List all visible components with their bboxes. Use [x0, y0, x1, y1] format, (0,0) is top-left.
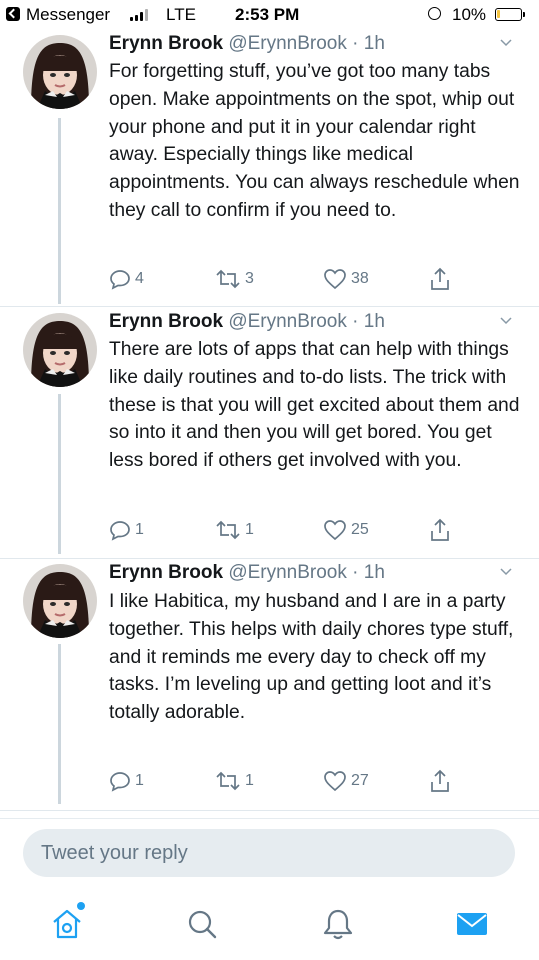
author-name[interactable]: Erynn Brook — [109, 33, 223, 54]
reply-count: 4 — [135, 270, 144, 287]
tweet-actions: 1 1 27 — [109, 768, 469, 794]
divider — [0, 558, 539, 559]
share-icon — [431, 518, 449, 541]
reply-count: 1 — [135, 772, 144, 789]
nav-messages[interactable] — [454, 906, 490, 942]
share-icon — [431, 769, 449, 792]
notification-dot — [77, 902, 85, 910]
signal-icon — [130, 9, 152, 21]
avatar[interactable] — [23, 564, 97, 638]
search-icon — [188, 910, 217, 939]
chevron-down-icon[interactable] — [500, 315, 512, 327]
reply-input[interactable]: Tweet your reply — [23, 829, 515, 877]
nav-search[interactable] — [184, 906, 220, 942]
like-count: 38 — [351, 270, 369, 287]
retweet-button[interactable]: 3 — [215, 266, 254, 292]
tweet-time: · 1h — [352, 33, 385, 54]
tweet-header: Erynn Brook @ErynnBrook · 1h — [109, 562, 385, 584]
tweet-time: · 1h — [352, 311, 385, 332]
tweet-header: Erynn Brook @ErynnBrook · 1h — [109, 33, 385, 55]
share-button[interactable] — [429, 266, 451, 292]
retweet-count: 1 — [245, 521, 254, 538]
home-icon — [53, 909, 81, 939]
like-count: 25 — [351, 521, 369, 538]
share-button[interactable] — [429, 517, 451, 543]
retweet-count: 1 — [245, 772, 254, 789]
retweet-button[interactable]: 1 — [215, 517, 254, 543]
avatar[interactable] — [23, 313, 97, 387]
heart-icon — [324, 269, 346, 290]
retweet-icon — [216, 771, 240, 791]
thread-line — [58, 118, 61, 304]
retweet-count: 3 — [245, 270, 254, 287]
reply-button[interactable]: 1 — [109, 517, 144, 543]
tweet-actions: 1 1 25 — [109, 517, 469, 543]
reply-icon — [110, 270, 130, 290]
reply-button[interactable]: 1 — [109, 768, 144, 794]
author-name[interactable]: Erynn Brook — [109, 562, 223, 583]
reply-icon — [110, 521, 130, 541]
like-button[interactable]: 27 — [323, 768, 369, 794]
bottom-nav — [0, 890, 539, 960]
tweet-time: · 1h — [352, 562, 385, 583]
network-type: LTE — [166, 5, 196, 24]
divider — [0, 810, 539, 811]
heart-icon — [324, 520, 346, 541]
tweet-text: There are lots of apps that can help wit… — [109, 339, 520, 472]
chevron-down-icon[interactable] — [500, 566, 512, 578]
reply-bar: Tweet your reply — [0, 818, 539, 889]
nav-notifications[interactable] — [320, 906, 356, 942]
clock: 2:53 PM — [235, 5, 300, 24]
reply-icon — [110, 772, 130, 792]
thread-line — [58, 394, 61, 554]
status-bar: Messenger LTE 2:53 PM 10% — [0, 0, 539, 32]
author-handle[interactable]: @ErynnBrook — [228, 562, 347, 583]
avatar[interactable] — [23, 35, 97, 109]
retweet-icon — [216, 520, 240, 540]
like-button[interactable]: 25 — [323, 517, 369, 543]
retweet-button[interactable]: 1 — [215, 768, 254, 794]
author-handle[interactable]: @ErynnBrook — [228, 311, 347, 332]
tweet-text: For forgetting stuff, you’ve got too man… — [109, 61, 520, 221]
share-icon — [431, 267, 449, 290]
retweet-icon — [216, 269, 240, 289]
reply-button[interactable]: 4 — [109, 266, 144, 292]
battery-percent: 10% — [452, 5, 487, 24]
tweet-actions: 4 3 38 — [109, 266, 469, 292]
battery-icon — [495, 8, 525, 21]
notifications-icon — [323, 909, 353, 940]
nav-home[interactable] — [49, 902, 85, 942]
like-count: 27 — [351, 772, 369, 789]
chevron-down-icon[interactable] — [500, 37, 512, 49]
tweet-text: I like Habitica, my husband and I are in… — [109, 591, 514, 724]
tweet-header: Erynn Brook @ErynnBrook · 1h — [109, 311, 385, 333]
like-button[interactable]: 38 — [323, 266, 369, 292]
back-arrow-icon[interactable] — [6, 7, 20, 21]
back-app-label[interactable]: Messenger — [26, 5, 110, 25]
author-handle[interactable]: @ErynnBrook — [228, 33, 347, 54]
heart-icon — [324, 771, 346, 792]
reply-count: 1 — [135, 521, 144, 538]
divider — [0, 306, 539, 307]
messages-icon — [457, 913, 487, 935]
rotation-lock-icon — [428, 7, 441, 20]
share-button[interactable] — [429, 768, 451, 794]
author-name[interactable]: Erynn Brook — [109, 311, 223, 332]
thread-line — [58, 644, 61, 804]
